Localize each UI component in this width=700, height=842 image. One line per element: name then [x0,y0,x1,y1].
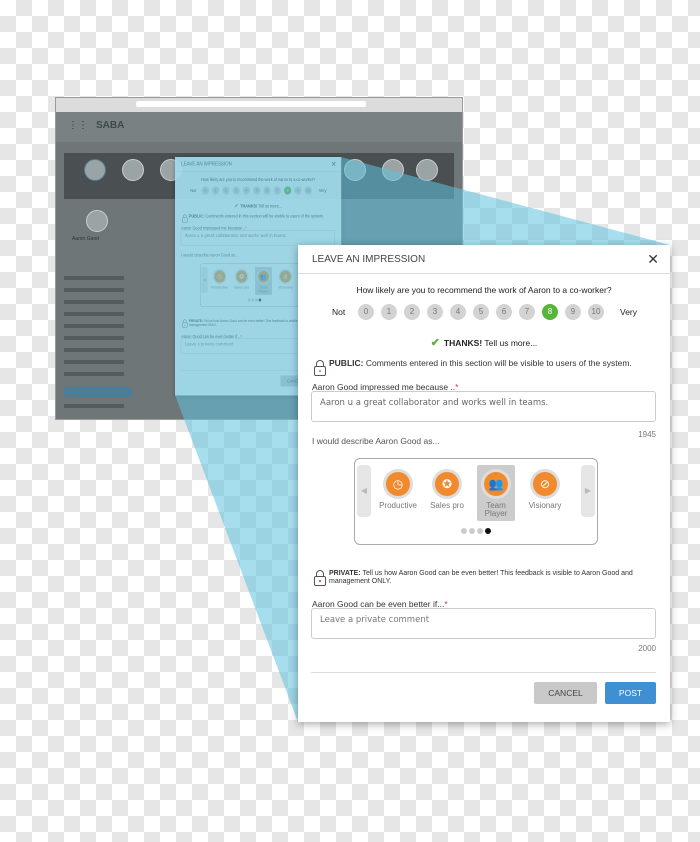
leave-impression-dialog: LEAVE AN IMPRESSION ✕ How likely are you… [298,245,670,722]
badge-option[interactable]: ✪ Sales pro [428,465,466,521]
locked-icon [314,570,326,586]
cancel-button[interactable]: CANCEL [534,682,597,704]
score-option[interactable]: 7 [519,304,535,320]
score-option[interactable]: 5 [473,304,489,320]
unlocked-icon [314,360,326,376]
score-option[interactable]: 8 [542,304,558,320]
rating-question: How likely are you to recommend the work… [356,285,612,295]
score-option[interactable]: 3 [427,304,443,320]
compass-icon: ⊘ [530,469,560,499]
score-option[interactable]: 0 [358,304,374,320]
close-icon[interactable]: ✕ [647,251,659,268]
carousel-pagination [355,521,597,539]
scale-high-label: Very [620,307,638,317]
describe-label: I would describe Aaron Good as... [312,436,440,446]
dialog-title: LEAVE AN IMPRESSION [312,254,426,265]
medal-icon: ✪ [432,469,462,499]
public-note: PUBLIC: Comments entered in this section… [329,358,632,368]
public-comment-input[interactable]: Aaron u a great collaborator and works w… [311,391,656,422]
badge-option[interactable]: ⊘ Visionary [526,465,564,521]
divider [311,672,656,673]
badge-label: Visionary [528,501,562,510]
score-option[interactable]: 9 [565,304,581,320]
divider [298,273,670,274]
carousel-dot[interactable] [461,528,467,534]
carousel-dot[interactable] [485,528,491,534]
clock-icon: ◷ [383,469,413,499]
post-button[interactable]: POST [605,682,656,704]
private-comment-input[interactable]: Leave a private comment [311,608,656,639]
badge-option[interactable]: ◷ Productive [379,465,417,521]
badge-label: Team Player [484,501,508,518]
score-option[interactable]: 6 [496,304,512,320]
team-icon: 👥 [481,469,511,499]
badge-option[interactable]: 👥 Team Player [477,465,515,521]
carousel-dot[interactable] [477,528,483,534]
thanks-message: ✔THANKS! Tell us more... [430,337,538,349]
carousel-dot[interactable] [469,528,475,534]
checkmark-icon: ✔ [430,337,440,349]
badge-label: Sales pro [430,501,464,510]
badge-label: Productive [379,501,417,510]
badge-carousel: ◀ ▶ ◷ Productive ✪ Sales pro 👥 Team Player ⊘ Vi… [354,458,598,545]
score-option[interactable]: 10 [588,304,604,320]
private-note: PRIVATE: Tell us how Aaron Good can be e… [329,570,633,585]
private-char-count: 2000 [638,644,656,653]
scale-low-label: Not [332,307,346,317]
score-option[interactable]: 2 [404,304,420,320]
public-char-count: 1945 [638,430,656,439]
score-option[interactable]: 4 [450,304,466,320]
carousel-prev-button[interactable]: ◀ [357,465,371,517]
rating-scale: Not Very 0123456789 10 [298,304,670,321]
carousel-next-button[interactable]: ▶ [581,465,595,517]
score-option[interactable]: 1 [381,304,397,320]
